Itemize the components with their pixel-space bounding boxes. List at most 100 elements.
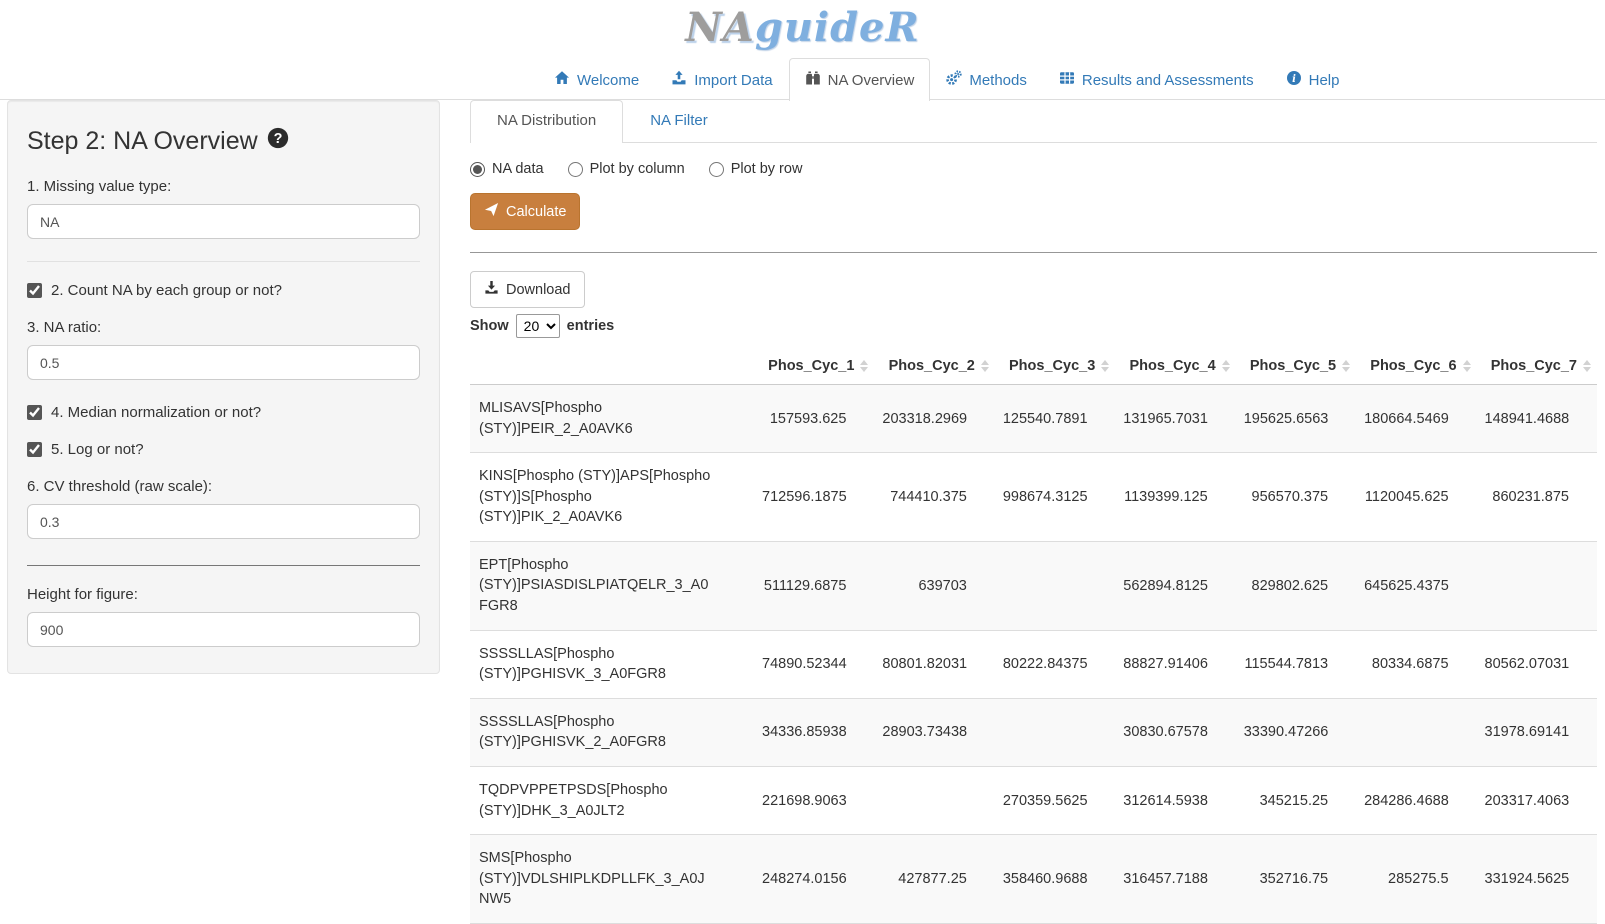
radio-label: Plot by row xyxy=(731,161,803,177)
table-cell: 125540.7891 xyxy=(995,385,1115,453)
table-cell xyxy=(1477,541,1597,630)
na-ratio-input[interactable] xyxy=(27,345,420,380)
column-header[interactable]: Phos_Cyc_1 xyxy=(754,348,874,385)
sidebar-divider-dark xyxy=(27,565,420,566)
radio-plot-by-column[interactable]: Plot by column xyxy=(568,161,685,177)
sort-icon[interactable] xyxy=(1222,360,1230,372)
download-button[interactable]: Download xyxy=(470,271,585,308)
table-row: KINS[Phospho (STY)]APS[Phospho (STY)]S[P… xyxy=(470,453,1597,542)
table-cell xyxy=(874,766,994,834)
info-icon: i xyxy=(1286,70,1302,90)
table-row: SSSSLLAS[Phospho (STY)]PGHISVK_2_A0FGR8 … xyxy=(470,698,1597,766)
table-cell: 312614.5938 xyxy=(1115,766,1235,834)
question-circle-icon[interactable]: ? xyxy=(267,127,289,156)
table-cell: 74890.52344 xyxy=(754,630,874,698)
sidebar-title-text: Step 2: NA Overview xyxy=(27,127,258,156)
download-button-label: Download xyxy=(506,282,571,298)
radio-na-data[interactable]: NA data xyxy=(470,161,544,177)
nav-tab-na-overview[interactable]: NA Overview xyxy=(789,58,931,101)
table-cell: 80222.84375 xyxy=(995,630,1115,698)
column-header[interactable]: Phos_Cyc_2 xyxy=(874,348,994,385)
row-name: EPT[Phospho (STY)]PSIASDISLPIATQELR_3_A0… xyxy=(470,541,754,630)
show-label: Show xyxy=(470,318,509,334)
table-cell: 744410.375 xyxy=(874,453,994,542)
table-cell: 1139399.125 xyxy=(1115,453,1235,542)
table-cell: 270359.5625 xyxy=(995,766,1115,834)
tab-na-filter[interactable]: NA Filter xyxy=(623,100,735,143)
app-header: NAguideR xyxy=(0,0,1605,58)
column-header[interactable]: Phos_Cyc_4 xyxy=(1115,348,1235,385)
median-normalization-checkbox[interactable] xyxy=(27,405,42,420)
column-header[interactable]: Phos_Cyc_5 xyxy=(1236,348,1356,385)
table-row: MLISAVS[Phospho (STY)]PEIR_2_A0AVK6 1575… xyxy=(470,385,1597,453)
table-cell: 639703 xyxy=(874,541,994,630)
count-na-label: 2. Count NA by each group or not? xyxy=(51,282,282,299)
table-cell: 248274.0156 xyxy=(754,835,874,924)
radio-na-data-input[interactable] xyxy=(470,162,485,177)
column-header[interactable]: Phos_Cyc_6 xyxy=(1356,348,1476,385)
nav-tab-label: Results and Assessments xyxy=(1082,72,1254,89)
nav-tab-label: Welcome xyxy=(577,72,639,89)
show-entries-control: Show 20 entries xyxy=(470,314,1597,338)
nav-tab-methods[interactable]: Methods xyxy=(930,58,1043,101)
nav-tab-label: Methods xyxy=(969,72,1027,89)
sort-icon[interactable] xyxy=(1342,360,1350,372)
table-cell: 203318.2969 xyxy=(874,385,994,453)
table-cell xyxy=(1356,698,1476,766)
nav-tab-import-data[interactable]: Import Data xyxy=(655,58,788,101)
main-divider xyxy=(470,252,1597,253)
row-name: TQDPVPPETPSDS[Phospho (STY)]DHK_3_A0JLT2 xyxy=(470,766,754,834)
main-panel: NA Distribution NA Filter NA data Plot b… xyxy=(440,100,1597,924)
table-icon xyxy=(1059,70,1075,90)
gears-icon xyxy=(946,70,962,90)
table-cell: 316457.7188 xyxy=(1115,835,1235,924)
cv-threshold-input[interactable] xyxy=(27,504,420,539)
sub-tab-bar: NA Distribution NA Filter xyxy=(470,100,1597,143)
table-cell: 115544.7813 xyxy=(1236,630,1356,698)
nav-tab-welcome[interactable]: Welcome xyxy=(538,58,655,101)
table-cell: 352716.75 xyxy=(1236,835,1356,924)
column-header[interactable]: Phos_Cyc_7 xyxy=(1477,348,1597,385)
paper-plane-icon xyxy=(484,202,499,221)
count-na-checkbox[interactable] xyxy=(27,283,42,298)
radio-plot-by-row-input[interactable] xyxy=(709,162,724,177)
figure-height-input[interactable] xyxy=(27,612,420,647)
log-checkbox[interactable] xyxy=(27,442,42,457)
missing-value-type-input[interactable] xyxy=(27,204,420,239)
radio-plot-by-row[interactable]: Plot by row xyxy=(709,161,803,177)
sort-icon[interactable] xyxy=(1583,360,1591,372)
nav-tab-label: Help xyxy=(1309,72,1340,89)
sort-icon[interactable] xyxy=(1463,360,1471,372)
tab-na-distribution[interactable]: NA Distribution xyxy=(470,100,623,143)
entries-label: entries xyxy=(567,318,615,334)
calculate-button[interactable]: Calculate xyxy=(470,193,580,230)
na-data-table: Phos_Cyc_1 Phos_Cyc_2 Phos_Cyc_3 Phos_Cy… xyxy=(470,348,1597,924)
download-icon xyxy=(484,280,499,299)
table-cell: 956570.375 xyxy=(1236,453,1356,542)
table-cell: 180664.5469 xyxy=(1356,385,1476,453)
plot-mode-radio-group: NA data Plot by column Plot by row xyxy=(470,161,1597,177)
table-cell: 195625.6563 xyxy=(1236,385,1356,453)
table-row: SSSSLLAS[Phospho (STY)]PGHISVK_3_A0FGR8 … xyxy=(470,630,1597,698)
table-cell: 860231.875 xyxy=(1477,453,1597,542)
calculate-button-label: Calculate xyxy=(506,204,566,220)
table-cell xyxy=(995,698,1115,766)
sort-icon[interactable] xyxy=(1101,360,1109,372)
column-header[interactable]: Phos_Cyc_3 xyxy=(995,348,1115,385)
table-cell: 1120045.625 xyxy=(1356,453,1476,542)
sort-icon[interactable] xyxy=(981,360,989,372)
logo-part-na: NA xyxy=(685,4,755,51)
sort-icon[interactable] xyxy=(860,360,868,372)
sidebar-title: Step 2: NA Overview ? xyxy=(27,127,420,156)
nav-tab-results-assessments[interactable]: Results and Assessments xyxy=(1043,58,1270,101)
table-cell: 345215.25 xyxy=(1236,766,1356,834)
page-length-select[interactable]: 20 xyxy=(516,314,560,338)
upload-icon xyxy=(671,70,687,90)
table-cell: 358460.9688 xyxy=(995,835,1115,924)
nav-tab-help[interactable]: i Help xyxy=(1270,58,1356,101)
row-name: SSSSLLAS[Phospho (STY)]PGHISVK_3_A0FGR8 xyxy=(470,630,754,698)
table-cell: 157593.625 xyxy=(754,385,874,453)
row-name: SSSSLLAS[Phospho (STY)]PGHISVK_2_A0FGR8 xyxy=(470,698,754,766)
table-cell: 331924.5625 xyxy=(1477,835,1597,924)
radio-plot-by-column-input[interactable] xyxy=(568,162,583,177)
